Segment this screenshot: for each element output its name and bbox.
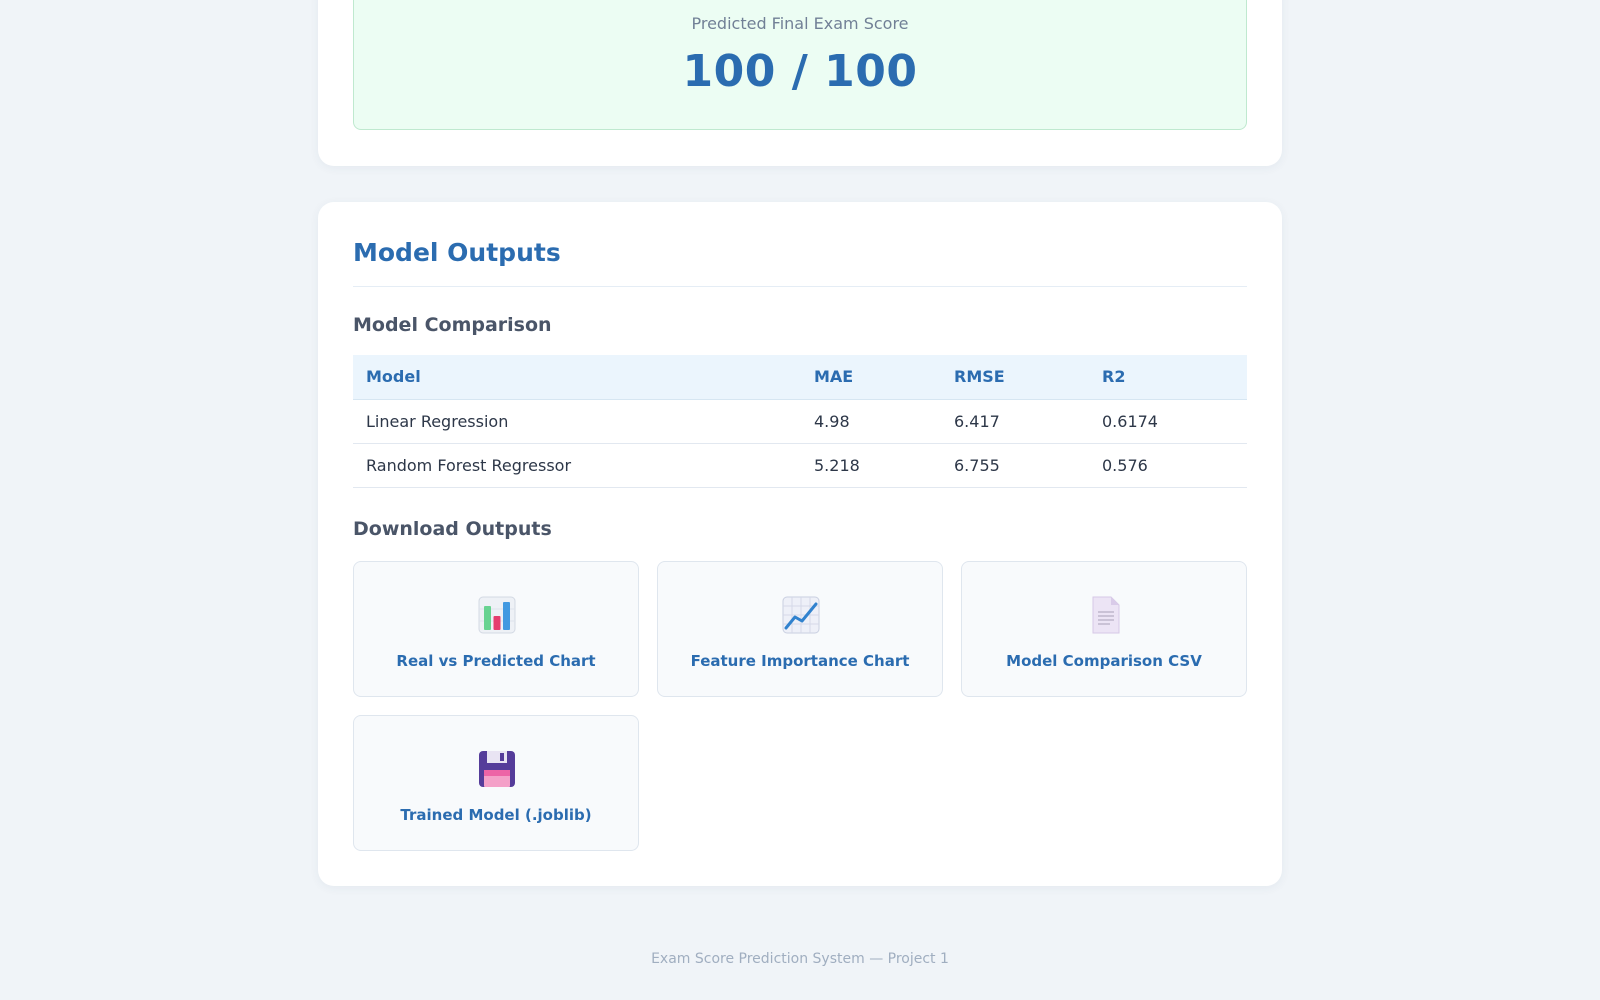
- download-label: Real vs Predicted Chart: [396, 652, 596, 670]
- prediction-label: Predicted Final Exam Score: [691, 14, 909, 33]
- download-label: Model Comparison CSV: [1006, 652, 1202, 670]
- cell-r2: 0.576: [1089, 443, 1247, 488]
- download-outputs-title: Download Outputs: [353, 518, 552, 540]
- download-model-comparison-csv[interactable]: Model Comparison CSV: [961, 561, 1247, 697]
- download-trained-model[interactable]: Trained Model (.joblib): [353, 715, 639, 851]
- document-icon: [1092, 596, 1120, 634]
- download-label: Trained Model (.joblib): [400, 806, 592, 824]
- prediction-card: Predicted Final Exam Score 100 / 100: [318, 0, 1282, 166]
- line-chart-icon: [782, 596, 820, 634]
- cell-rmse: 6.417: [941, 399, 1089, 444]
- header-r2: R2: [1089, 355, 1247, 400]
- footer-text: Exam Score Prediction System — Project 1: [651, 951, 949, 967]
- download-real-vs-predicted-chart[interactable]: Real vs Predicted Chart: [353, 561, 639, 697]
- model-outputs-card: Model Outputs Model Comparison Model MAE…: [318, 202, 1282, 886]
- model-outputs-title: Model Outputs: [353, 238, 561, 267]
- bar-chart-icon: [478, 596, 516, 634]
- model-comparison-title: Model Comparison: [353, 314, 552, 336]
- cell-mae: 5.218: [801, 443, 941, 488]
- cell-model: Random Forest Regressor: [353, 443, 801, 488]
- header-mae: MAE: [801, 355, 941, 400]
- table-row: Random Forest Regressor 5.218 6.755 0.57…: [353, 443, 1247, 488]
- floppy-disk-icon: [479, 751, 515, 787]
- cell-model: Linear Regression: [353, 399, 801, 444]
- download-feature-importance-chart[interactable]: Feature Importance Chart: [657, 561, 943, 697]
- model-comparison-table: Model MAE RMSE R2 Linear Regression 4.98…: [353, 355, 1247, 488]
- cell-r2: 0.6174: [1089, 399, 1247, 444]
- table-row: Linear Regression 4.98 6.417 0.6174: [353, 399, 1247, 444]
- download-label: Feature Importance Chart: [690, 652, 910, 670]
- cell-rmse: 6.755: [941, 443, 1089, 488]
- prediction-result-box: Predicted Final Exam Score 100 / 100: [353, 0, 1247, 130]
- page: Predicted Final Exam Score 100 / 100 Mod…: [0, 0, 1600, 1000]
- header-rmse: RMSE: [941, 355, 1089, 400]
- header-model: Model: [353, 355, 801, 400]
- table-header-row: Model MAE RMSE R2: [353, 355, 1247, 400]
- title-divider: [353, 286, 1247, 287]
- prediction-value: 100 / 100: [682, 46, 918, 97]
- cell-mae: 4.98: [801, 399, 941, 444]
